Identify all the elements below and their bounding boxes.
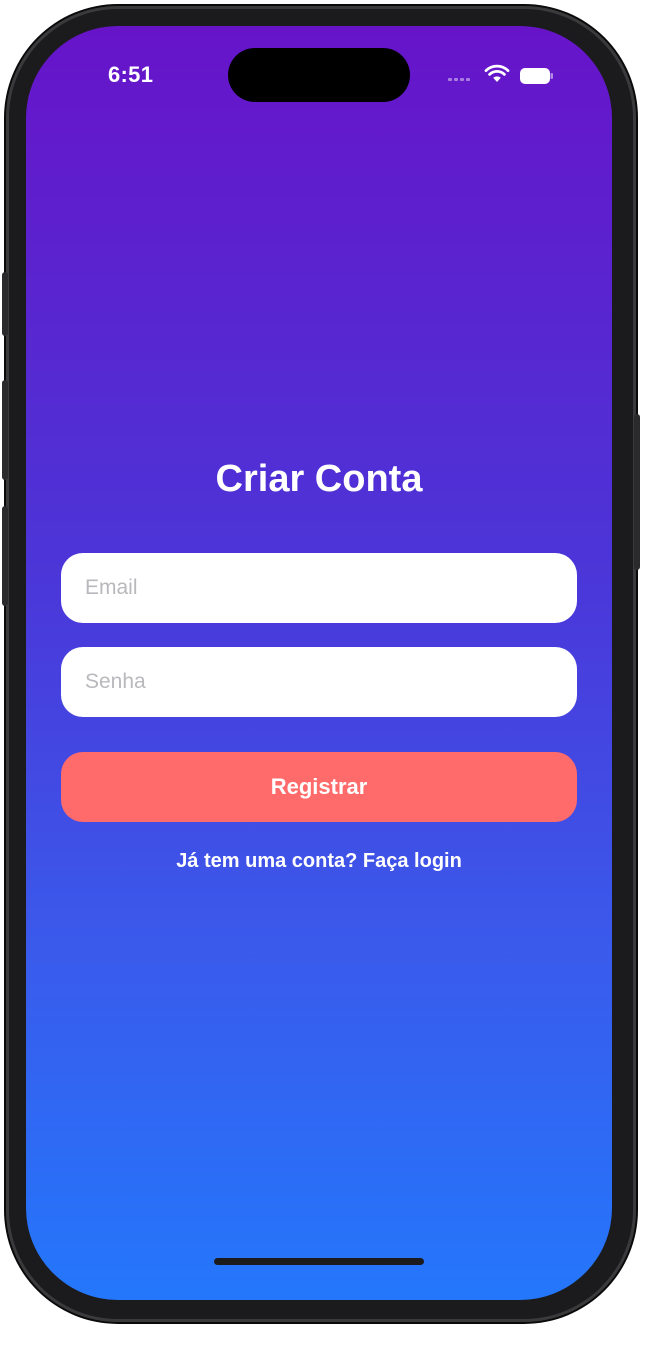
status-time: 6:51 xyxy=(108,62,154,87)
power-button xyxy=(634,414,640,570)
login-link[interactable]: Já tem uma conta? Faça login xyxy=(26,850,612,873)
password-input[interactable] xyxy=(61,647,577,717)
page-title: Criar Conta xyxy=(215,458,423,500)
volume-up-button xyxy=(2,380,8,480)
dynamic-island xyxy=(228,48,410,102)
volume-down-button xyxy=(2,506,8,606)
cellular-signal-icon xyxy=(448,73,478,81)
action-button xyxy=(2,272,8,336)
home-indicator[interactable] xyxy=(214,1258,424,1265)
status-bar: 6:51 xyxy=(26,26,612,126)
wifi-icon xyxy=(484,64,510,82)
register-button[interactable]: Registrar xyxy=(61,752,577,822)
email-input[interactable] xyxy=(61,553,577,623)
battery-icon xyxy=(520,68,553,84)
app-screen: 6:51 Criar Conta Registrar Já tem uma co… xyxy=(26,26,612,1300)
